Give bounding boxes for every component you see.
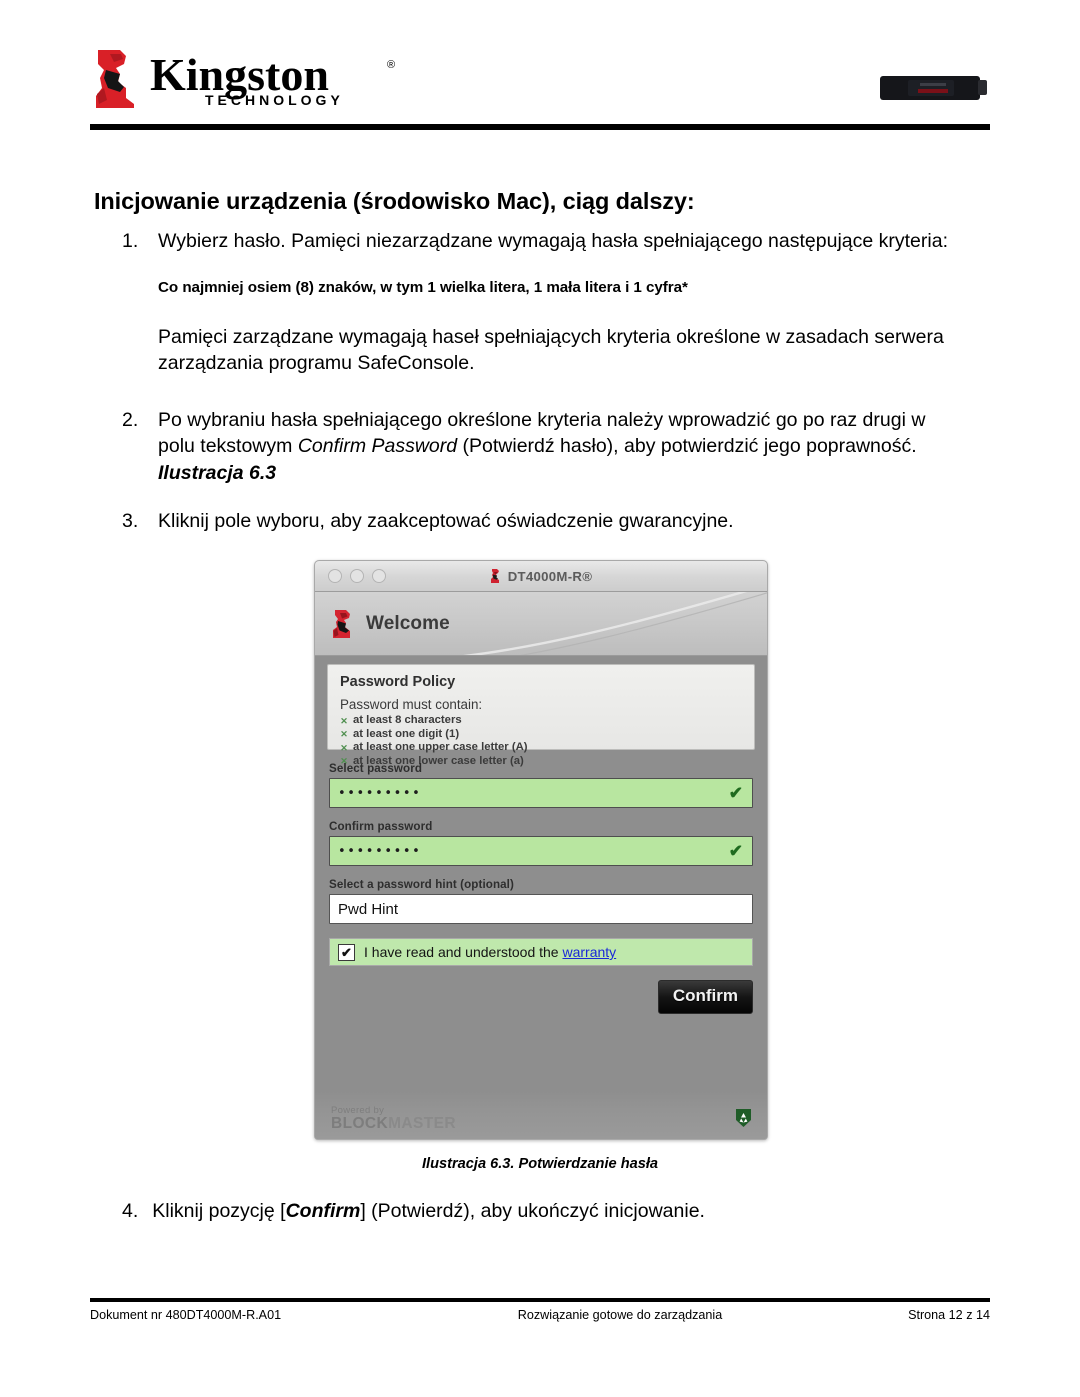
svg-text:®: ®: [387, 59, 395, 71]
list-item-1-number: 1.: [122, 230, 139, 252]
kingston-sphinx-icon: [333, 609, 350, 638]
list-item-3: 3. Kliknij pole wyboru, aby zaakceptować…: [122, 508, 962, 535]
check-marker-icon: ✕: [340, 742, 348, 753]
blockmaster-wordmark: BLOCKMASTER: [331, 1114, 456, 1132]
confirm-button[interactable]: Confirm: [657, 980, 753, 1014]
kingston-sphinx-icon: [96, 50, 134, 108]
warranty-checkbox[interactable]: ✔: [338, 943, 355, 961]
policy-requirement-text: at least one digit (1): [353, 727, 460, 740]
welcome-banner: Welcome: [315, 592, 767, 656]
header-divider: [90, 124, 990, 130]
check-marker-icon: ✕: [340, 729, 348, 740]
checkbox-check-icon: ✔: [341, 944, 352, 960]
policy-requirement-text: at least 8 characters: [353, 714, 462, 726]
blockmaster-branding: Powered by BLOCKMASTER: [331, 1105, 456, 1132]
confirm-password-term: Confirm Password: [297, 435, 458, 457]
footer-page-number: Strona 12 z 14: [908, 1308, 990, 1322]
footer-divider: [90, 1298, 990, 1302]
list-item-1-text: Wybierz hasło. Pamięci niezarządzane wym…: [158, 230, 948, 252]
warranty-text-label: I have read and understood the: [364, 944, 563, 960]
policy-requirement-text: at least one upper case letter (A): [353, 741, 528, 753]
confirm-password-group: Confirm password ••••••••• ✔: [329, 820, 753, 866]
datatraveler-drive-icon: [880, 76, 987, 100]
blockmaster-brand-a: BLOCK: [331, 1114, 389, 1132]
warranty-acceptance-row[interactable]: ✔ I have read and understood the warrant…: [329, 938, 753, 966]
usb-drive-photo: [878, 66, 990, 110]
confirm-password-label: Confirm password: [329, 820, 433, 833]
minimize-light[interactable]: [350, 569, 364, 583]
warranty-text: I have read and understood the warranty: [364, 944, 616, 960]
select-password-group: Select password ••••••••• ✔: [329, 762, 753, 808]
figure-caption: Ilustracja 6.3. Potwierdzanie hasła: [421, 1156, 659, 1172]
list-item-4-text-pre: Kliknij pozycję [: [152, 1200, 286, 1222]
page-header: Kingston ® TECHNOLOGY: [90, 48, 990, 136]
footer-center-text: Rozwiązanie gotowe do zarządzania: [517, 1308, 723, 1322]
warranty-link[interactable]: warranty: [562, 944, 616, 960]
password-hint-value: Pwd Hint: [338, 900, 399, 918]
list-item-2-text: Po wybraniu hasła spełniającego określon…: [158, 407, 962, 487]
list-item-4-text-post: ] (Potwierdź), aby ukończyć inicjowanie.: [360, 1200, 705, 1222]
window-title-text: DT4000M-R®: [507, 568, 593, 584]
policy-requirement: ✕ at least one digit (1): [340, 728, 742, 742]
list-item-4-number: 4.: [122, 1200, 139, 1222]
kingston-logotype-icon: Kingston ® TECHNOLOGY: [150, 50, 395, 108]
powered-by-band: Powered by BLOCKMASTER: [315, 1091, 767, 1139]
kingston-sphinx-icon: [490, 569, 499, 583]
list-item-4-text: Kliknij pozycję [Confirm] (Potwierdź), a…: [152, 1198, 705, 1225]
password-policy-heading: Password Policy: [340, 674, 456, 690]
blockmaster-shield-icon: [736, 1109, 751, 1127]
figure-reference: Ilustracja 6.3: [158, 461, 277, 484]
password-policy-box: Password Policy Password must contain: ✕…: [327, 664, 755, 767]
instruction-list: 1. Wybierz hasło. Pamięci niezarządzane …: [122, 228, 962, 535]
password-hint-input[interactable]: Pwd Hint: [329, 894, 753, 924]
decorative-swoosh-icon: [463, 592, 767, 655]
confirm-button-row: Confirm: [315, 980, 753, 1014]
list-item-2: 2. Po wybraniu hasła spełniającego okreś…: [122, 407, 962, 487]
confirm-password-value: •••••••••: [338, 843, 422, 859]
password-hint-group: Select a password hint (optional) Pwd Hi…: [329, 878, 753, 924]
select-password-input[interactable]: ••••••••• ✔: [329, 778, 753, 808]
password-hint-label: Select a password hint (optional): [329, 878, 514, 891]
footer-document-number: Dokument nr 480DT4000M-R.A01: [90, 1308, 282, 1322]
document-page: Kingston ® TECHNOLOGY Inicjowanie urządz…: [0, 0, 1080, 1397]
mac-application-window: DT4000M-R® Welcome Password Policy Passw…: [314, 560, 768, 1140]
zoom-light[interactable]: [372, 569, 386, 583]
list-item-2-number: 2.: [122, 408, 139, 431]
password-criteria-note: Co najmniej osiem (8) znaków, w tym 1 wi…: [158, 278, 688, 296]
blockmaster-brand-b: MASTER: [388, 1114, 456, 1132]
page-title: Inicjowanie urządzenia (środowisko Mac),…: [94, 187, 695, 214]
select-password-value: •••••••••: [338, 785, 422, 801]
list-item-1: 1. Wybierz hasło. Pamięci niezarządzane …: [122, 228, 962, 255]
welcome-heading: Welcome: [366, 612, 450, 634]
confirm-term: Confirm: [285, 1200, 361, 1222]
managed-drives-note: Pamięci zarządzane wymagają haseł spełni…: [158, 325, 944, 375]
check-marker-icon: ✕: [340, 715, 348, 726]
kingston-wordmark: Kingston ® TECHNOLOGY: [150, 50, 425, 110]
window-titlebar: DT4000M-R®: [315, 561, 767, 592]
list-item-3-text: Kliknij pole wyboru, aby zaakceptować oś…: [158, 510, 734, 532]
kingston-logo: Kingston ® TECHNOLOGY: [90, 48, 425, 110]
page-footer: Dokument nr 480DT4000M-R.A01 Rozwiązanie…: [90, 1308, 990, 1322]
select-password-label: Select password: [329, 762, 422, 775]
svg-text:TECHNOLOGY: TECHNOLOGY: [205, 92, 344, 108]
list-item-4: 4. Kliknij pozycję [Confirm] (Potwierdź)…: [122, 1198, 962, 1225]
password-policy-subheading: Password must contain:: [340, 697, 483, 712]
policy-requirement: ✕ at least one upper case letter (A): [340, 741, 742, 755]
figure-screenshot: DT4000M-R® Welcome Password Policy Passw…: [314, 560, 768, 1140]
valid-check-icon: ✔: [728, 841, 743, 861]
close-light[interactable]: [328, 569, 342, 583]
valid-check-icon: ✔: [728, 783, 743, 803]
policy-requirement: ✕ at least 8 characters: [340, 714, 742, 728]
confirm-password-input[interactable]: ••••••••• ✔: [329, 836, 753, 866]
list-item-3-number: 3.: [122, 510, 139, 532]
window-body: Welcome Password Policy Password must co…: [315, 592, 767, 1139]
list-item-2-text-mid: (Potwierdź hasło), aby potwierdzić jego …: [457, 435, 917, 457]
traffic-lights: [328, 569, 386, 583]
